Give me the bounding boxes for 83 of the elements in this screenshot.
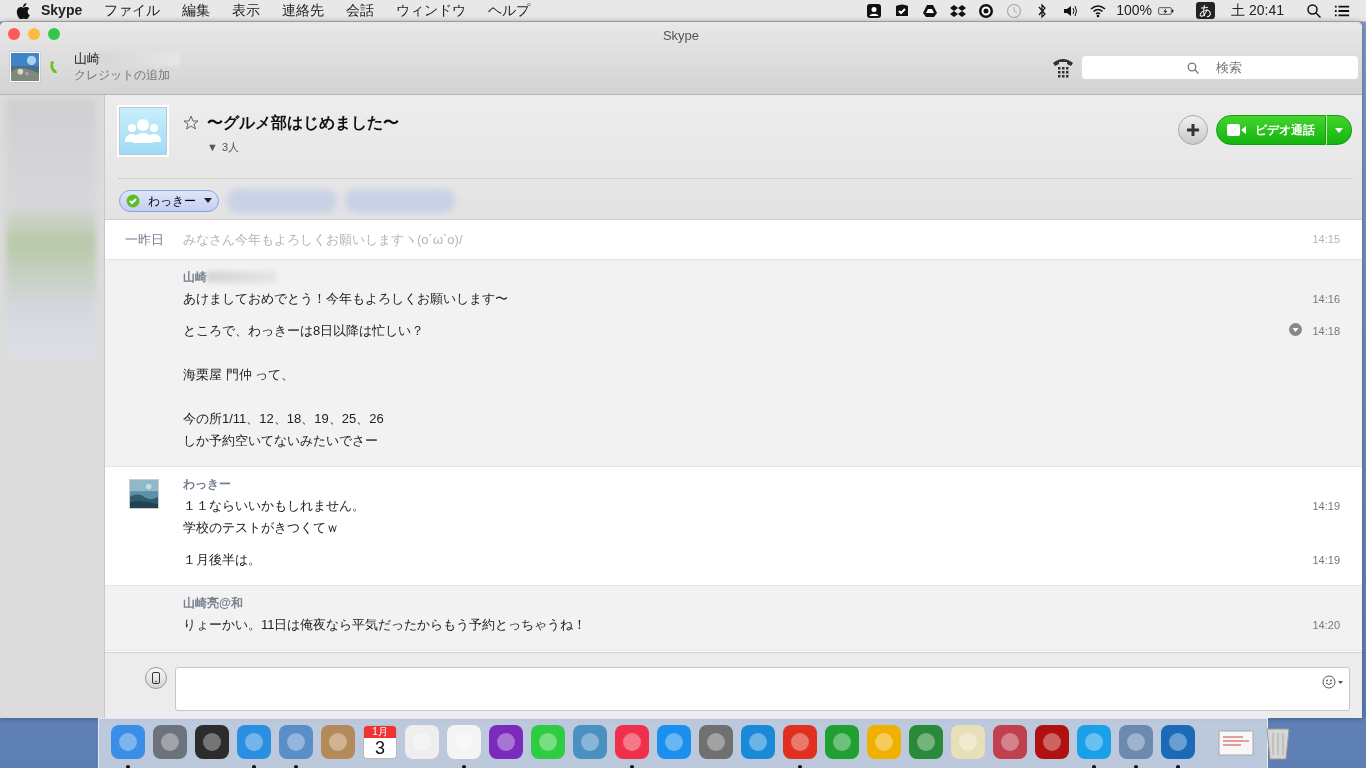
app-icon[interactable] (487, 723, 525, 761)
phone-icon[interactable] (48, 60, 58, 74)
menu-item[interactable]: 会話 (335, 0, 386, 21)
message-text: みなさん今年もよろしくお願いしますヽ(o´ω`o)/ (183, 230, 463, 249)
zoom-button[interactable] (48, 28, 60, 40)
plus-icon (1186, 123, 1200, 137)
message-text: 今の所1/11、12、18、19、25、26 (183, 410, 384, 428)
calendar-month: 1月 (364, 726, 396, 738)
boxes-icon[interactable] (950, 2, 967, 19)
running-indicator (1092, 765, 1096, 768)
conversation-title: 〜グルメ部はじめました〜 (207, 113, 399, 133)
running-indicator (462, 765, 466, 768)
group-icon (125, 117, 161, 145)
dropdown-icon[interactable] (1289, 323, 1302, 336)
circle-icon[interactable] (978, 2, 995, 19)
emoji-icon[interactable] (1322, 675, 1344, 689)
menu-item[interactable]: 連絡先 (271, 0, 336, 21)
profile-name: 山崎 (74, 50, 100, 67)
message-time: 14:20 (1311, 618, 1341, 633)
message-text: 学校のテストがきつくてｗ (183, 519, 339, 537)
apple-icon[interactable] (16, 2, 30, 19)
search-icon[interactable] (1306, 2, 1322, 19)
app-icon[interactable] (1033, 723, 1071, 761)
message-time: 14:19 (1311, 499, 1341, 514)
menu-item[interactable]: ウィンドウ (385, 0, 478, 21)
battery-percentage: 100% (1116, 1, 1153, 20)
message-text: ところで、わっきーは8日以降は忙しい？ (183, 322, 425, 340)
members-toggle[interactable]: ▼ (207, 139, 218, 156)
menu-clock[interactable]: 土 20:41 (1231, 0, 1284, 21)
caret-icon (1334, 127, 1344, 134)
app-icon[interactable] (193, 723, 231, 761)
running-indicator (798, 765, 802, 768)
message-text: １月後半は。 (183, 551, 261, 569)
wifi-icon[interactable] (1090, 2, 1107, 19)
running-indicator (1176, 765, 1180, 768)
message-text: しか予約空いてないみたいでさー (183, 432, 378, 450)
running-indicator (630, 765, 634, 768)
participant-chip[interactable]: わっきー (119, 189, 219, 212)
star-outline-icon[interactable] (183, 115, 199, 131)
message-text: りょーかい。11日は俺夜なら平気だったからもう予約とっちゃうね！ (183, 616, 587, 634)
member-count: 3人 (221, 140, 239, 155)
phone-button[interactable] (145, 667, 167, 689)
add-button[interactable] (1178, 115, 1208, 145)
message-input[interactable] (175, 667, 1350, 711)
search-icon (1187, 61, 1199, 74)
message-text: あけましておめでとう！今年もよろしくお願いします〜 (183, 290, 508, 308)
message-text: 海栗屋 門仲 って、 (183, 366, 295, 384)
person-icon[interactable] (866, 2, 883, 19)
running-indicator (126, 765, 130, 768)
input-method-indicator[interactable]: あ (1196, 2, 1216, 19)
add-credit-link[interactable]: クレジットの追加 (74, 67, 180, 84)
running-indicator (252, 765, 256, 768)
message-time: 14:18 (1311, 324, 1341, 339)
mobile-phone-icon (152, 672, 160, 684)
sender-name: わっきー (183, 476, 231, 493)
app-menu[interactable]: Skype (30, 0, 94, 21)
blurred-name (207, 271, 277, 283)
message-time: 14:19 (1311, 553, 1341, 568)
window-title: Skype (662, 27, 700, 45)
menu-item[interactable]: ファイル (93, 0, 172, 21)
check-icon[interactable] (894, 2, 911, 19)
video-camera-icon (1227, 124, 1247, 136)
date-label: 一昨日 (124, 231, 164, 247)
video-call-dropdown[interactable] (1326, 115, 1352, 145)
check-icon (126, 193, 140, 208)
search-field[interactable]: 検索 (1082, 55, 1358, 79)
menu-item[interactable]: 編集 (171, 0, 222, 21)
running-indicator (294, 765, 298, 768)
dial-pad-phone-icon[interactable] (1052, 56, 1074, 78)
menu-item[interactable]: ヘルプ (477, 0, 542, 21)
clock-icon[interactable] (1006, 2, 1023, 19)
calendar-icon[interactable]: 1月 3 (363, 725, 397, 759)
message-time: 14:16 (1311, 292, 1341, 307)
running-indicator (1134, 765, 1138, 768)
message-time: 14:15 (1311, 232, 1341, 248)
triangle-icon[interactable] (922, 2, 939, 19)
menu-item[interactable]: 表示 (221, 0, 272, 21)
calendar-day: 3 (375, 738, 385, 758)
caret-icon (204, 198, 212, 203)
message-text: １１ならいいかもしれません。 (183, 497, 365, 515)
sender-name: 山崎 (183, 269, 207, 286)
close-button[interactable] (8, 28, 20, 40)
sender-name: 山崎亮@和 (183, 595, 243, 612)
